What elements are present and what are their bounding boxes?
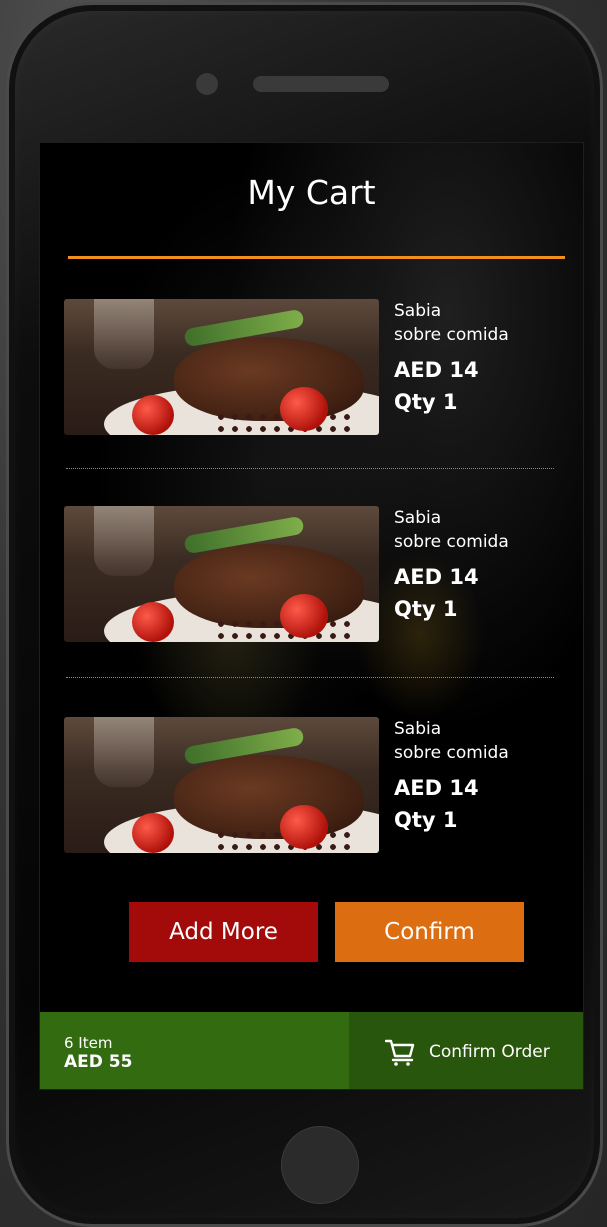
cart-item[interactable]: Sabia sobre comida AED 14 Qty 1 — [64, 717, 564, 853]
camera-icon — [196, 73, 218, 95]
confirm-order-label: Confirm Order — [429, 1042, 550, 1062]
page-title: My Cart — [247, 173, 376, 212]
item-name: Sabia — [394, 301, 442, 321]
item-qty: Qty 1 — [394, 597, 458, 621]
title-divider — [68, 256, 565, 259]
cart-item[interactable]: Sabia sobre comida AED 14 Qty 1 — [64, 506, 564, 642]
shopping-cart-icon — [385, 1039, 415, 1066]
item-info: Sabia sobre comida AED 14 Qty 1 — [394, 717, 564, 837]
item-price: AED 14 — [394, 358, 479, 382]
item-description: sobre comida — [394, 532, 509, 552]
order-footer: 6 Item AED 55 Confirm Order — [40, 1012, 583, 1089]
item-divider — [66, 468, 554, 469]
speaker-grille — [253, 76, 389, 92]
item-description: sobre comida — [394, 325, 509, 345]
item-name: Sabia — [394, 508, 442, 528]
item-qty: Qty 1 — [394, 808, 458, 832]
food-image — [64, 506, 379, 642]
food-image — [64, 299, 379, 435]
app-screen: My Cart Sabia sobre comida AED 14 Qty 1 … — [39, 142, 584, 1090]
cart-item[interactable]: Sabia sobre comida AED 14 Qty 1 — [64, 299, 564, 435]
item-price: AED 14 — [394, 776, 479, 800]
food-image — [64, 717, 379, 853]
order-summary: 6 Item AED 55 — [40, 1012, 349, 1089]
confirm-button[interactable]: Confirm — [335, 902, 524, 962]
home-button[interactable] — [281, 1126, 359, 1204]
item-price: AED 14 — [394, 565, 479, 589]
order-total: AED 55 — [64, 1052, 133, 1072]
item-count: 6 Item — [64, 1034, 113, 1052]
item-qty: Qty 1 — [394, 390, 458, 414]
item-name: Sabia — [394, 719, 442, 739]
item-divider — [66, 677, 554, 678]
item-info: Sabia sobre comida AED 14 Qty 1 — [394, 506, 564, 626]
item-description: sobre comida — [394, 743, 509, 763]
add-more-button[interactable]: Add More — [129, 902, 318, 962]
item-info: Sabia sobre comida AED 14 Qty 1 — [394, 299, 564, 419]
confirm-order-button[interactable]: Confirm Order — [349, 1012, 583, 1089]
